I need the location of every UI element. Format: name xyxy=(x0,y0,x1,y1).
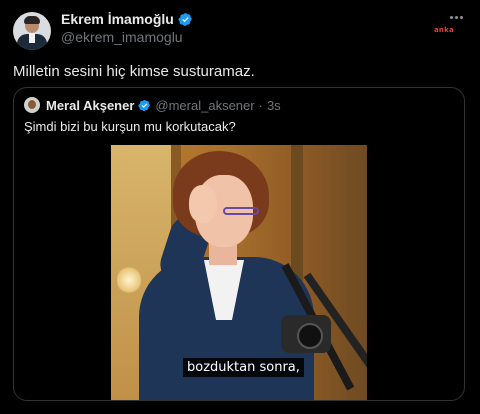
tweet[interactable]: Ekrem İmamoğlu @ekrem_imamoglu anka Mill… xyxy=(0,0,480,414)
quoted-author-name[interactable]: Meral Akşener xyxy=(46,98,134,113)
author-handle[interactable]: @ekrem_imamoglu xyxy=(61,29,183,45)
more-horizontal-icon[interactable] xyxy=(447,12,465,22)
tweet-text: Milletin sesini hiç kimse susturamaz. xyxy=(13,63,255,80)
separator-dot: · xyxy=(258,97,263,113)
camera xyxy=(281,315,331,353)
quoted-timestamp[interactable]: 3s xyxy=(267,98,281,113)
quoted-author-info: Meral Akşener @meral_aksener · 3s xyxy=(24,97,281,113)
author-name[interactable]: Ekrem İmamoğlu xyxy=(61,11,174,27)
quoted-author-avatar[interactable] xyxy=(24,97,40,113)
background-lamp xyxy=(117,265,141,295)
video-player[interactable]: bozduktan sonra, xyxy=(111,145,367,400)
verified-badge-icon xyxy=(138,99,151,111)
quoted-tweet[interactable]: Meral Akşener @meral_aksener · 3s Şimdi … xyxy=(13,87,465,401)
verified-badge-icon xyxy=(178,12,192,26)
author-avatar[interactable] xyxy=(13,12,51,50)
watermark-logo: anka xyxy=(434,26,454,34)
quoted-author-handle[interactable]: @meral_aksener xyxy=(155,98,254,113)
video-subtitle: bozduktan sonra, xyxy=(183,358,304,377)
quoted-tweet-text: Şimdi bizi bu kurşun mu korkutacak? xyxy=(24,119,236,134)
author-info: Ekrem İmamoğlu xyxy=(61,11,193,27)
